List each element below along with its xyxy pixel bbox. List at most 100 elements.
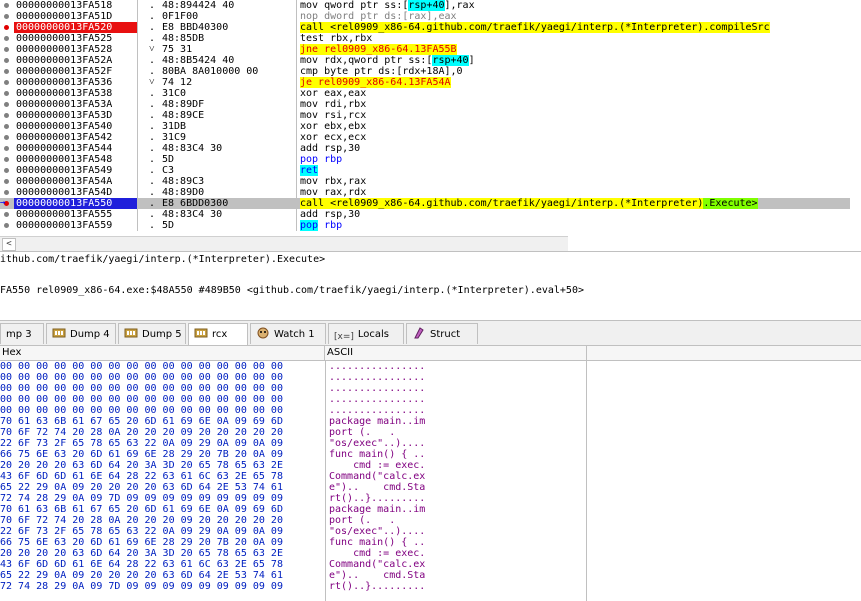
bytes-cell: 48:89DF (162, 99, 297, 110)
instruction-cell: pop rbp (300, 220, 343, 231)
bullet-icon (4, 179, 9, 184)
disasm-row[interactable]: 00000000013FA54D. 48:89D0 mov rax,rdx (0, 187, 850, 198)
bullet-icon (4, 113, 9, 118)
disasm-row[interactable]: 00000000013FA528 ˅ 75 31 jne rel0909_x86-64… (0, 44, 850, 55)
ascii-column-header[interactable]: ASCII (325, 346, 587, 360)
address-cell: 00000000013FA518 (14, 0, 138, 11)
bytes-cell: 48:89D0 (162, 187, 297, 198)
bullet-icon (4, 3, 9, 8)
disasm-row[interactable]: 00000000013FA54A. 48:89C3 mov rbx,rax (0, 176, 850, 187)
disasm-row[interactable]: 00000000013FA549. C3 ret (0, 165, 850, 176)
instruction-cell: add rsp,30 (300, 209, 361, 220)
watch-icon (256, 327, 270, 339)
hex-bytes: 72 74 28 29 0A 09 7D 09 09 09 09 09 09 0… (0, 581, 283, 592)
disasm-row[interactable]: 00000000013FA53D. 48:89CE mov rsi,rcx (0, 110, 850, 121)
dump-header: Hex ASCII (0, 346, 861, 361)
disasm-row[interactable]: 00000000013FA53A. 48:89DF mov rdi,rbx (0, 99, 850, 110)
disasm-row[interactable]: 00000000013FA555. 48:83C4 30 add rsp,30 (0, 209, 850, 220)
tab-label: Dump 4 (70, 329, 110, 340)
locals-icon: [x=] (334, 332, 354, 342)
flow-dot: . (149, 165, 156, 176)
breakpoint-gutter[interactable] (0, 110, 14, 121)
flow-dot: . (149, 33, 156, 44)
disasm-row[interactable]: 00000000013FA52F. 80BA 8A010000 00 cmp byt… (0, 66, 850, 77)
breakpoint-gutter[interactable] (0, 209, 14, 220)
bytes-cell: E8 6BDD0300 (162, 198, 297, 209)
breakpoint-gutter[interactable] (0, 220, 14, 231)
tab-label: Dump 5 (142, 329, 182, 340)
disasm-row[interactable]: 00000000013FA540. 31DB xor ebx,ebx (0, 121, 850, 132)
flow-dot: . (149, 198, 156, 209)
disasm-row[interactable]: 00000000013FA542. 31C9 xor ecx,ecx (0, 132, 850, 143)
flow-dot: . (149, 209, 156, 220)
disasm-row[interactable]: → 00000000013FA550. E8 6BDD0300 call <rel09… (0, 198, 850, 209)
disasm-row[interactable]: 00000000013FA518. 48:894424 40 mov qword p… (0, 0, 850, 11)
instruction-cell: je rel0909_x86-64.13FA54A (300, 77, 451, 88)
instruction-cell: add rsp,30 (300, 143, 361, 154)
breakpoint-gutter[interactable] (0, 121, 14, 132)
instruction-cell: mov rdi,rbx (300, 99, 367, 110)
address-cell: 00000000013FA550 (14, 198, 138, 209)
breakpoint-gutter[interactable]: → (0, 198, 14, 209)
jump-arrow-icon: ˅ (149, 44, 155, 55)
breakpoint-gutter[interactable] (0, 11, 14, 22)
instruction-cell: nop dword ptr ds:[rax],eax (300, 11, 457, 22)
instruction-cell: call <rel0909_x86-64.github.com/traefik/… (300, 22, 770, 33)
address-cell: 00000000013FA53A (14, 99, 138, 110)
flow-dot: . (149, 220, 156, 231)
instruction-cell: pop rbp (300, 154, 343, 165)
hex-column-header[interactable]: Hex (0, 346, 325, 360)
breakpoint-gutter[interactable] (0, 187, 14, 198)
breakpoint-gutter[interactable] (0, 154, 14, 165)
bullet-icon (4, 124, 9, 129)
breakpoint-gutter[interactable] (0, 33, 14, 44)
disasm-row[interactable]: 00000000013FA559. 5D pop rbp (0, 220, 850, 231)
bullet-icon (4, 212, 9, 217)
breakpoint-gutter[interactable] (0, 165, 14, 176)
breakpoint-gutter[interactable] (0, 88, 14, 99)
instruction-cell: mov rax,rdx (300, 187, 367, 198)
bullet-icon (4, 190, 9, 195)
tab-dump-5[interactable]: Dump 5 (118, 323, 186, 344)
tab-struct[interactable]: Struct (406, 323, 478, 344)
disasm-row[interactable]: 00000000013FA544. 48:83C4 30 add rsp,30 (0, 143, 850, 154)
breakpoint-gutter[interactable] (0, 0, 14, 11)
disasm-row[interactable]: 00000000013FA525. 48:85DB test rbx,rbx (0, 33, 850, 44)
breakpoint-gutter[interactable] (0, 99, 14, 110)
disasm-row[interactable]: 00000000013FA548. 5D pop rbp (0, 154, 850, 165)
address-cell: 00000000013FA542 (14, 132, 138, 143)
disasm-row[interactable]: 00000000013FA538. 31C0 xor eax,eax (0, 88, 850, 99)
breakpoint-gutter[interactable] (0, 143, 14, 154)
breakpoint-gutter[interactable] (0, 77, 14, 88)
instruction-pointer-icon: → (0, 198, 6, 208)
instruction-cell: ret (300, 165, 319, 176)
disasm-row[interactable]: 00000000013FA520. E8 BBD40300 call <rel090… (0, 22, 850, 33)
address-cell: 00000000013FA51D (14, 11, 138, 22)
disasm-row[interactable]: 00000000013FA51D. 0F1F00 nop dword ptr ds:… (0, 11, 850, 22)
bullet-icon (4, 58, 9, 63)
tab-dump-4[interactable]: Dump 4 (46, 323, 116, 344)
breakpoint-gutter[interactable] (0, 66, 14, 77)
tab-rcx[interactable]: rcx (188, 323, 248, 345)
disassembly-view[interactable]: 00000000013FA518. 48:894424 40 mov qword p… (0, 0, 861, 236)
bullet-icon (4, 135, 9, 140)
breakpoint-gutter[interactable] (0, 44, 14, 55)
scroll-left-arrow-icon[interactable]: < (2, 238, 16, 251)
breakpoint-gutter[interactable] (0, 22, 14, 33)
horizontal-scrollbar[interactable]: < (0, 236, 568, 251)
breakpoint-gutter[interactable] (0, 55, 14, 66)
disasm-row[interactable]: 00000000013FA52A. 48:8B5424 40 mov rdx,qwo… (0, 55, 850, 66)
bytes-cell: 5D (162, 220, 297, 231)
memory-dump-panel[interactable]: Hex ASCII 00 00 00 00 00 00 00 00 00 00 … (0, 346, 861, 601)
tab-locals[interactable]: [x=] Locals (328, 323, 404, 344)
tab-mp-3[interactable]: mp 3 (0, 323, 44, 344)
ascii-text: rt()..}......... (329, 581, 426, 592)
bullet-icon (4, 102, 9, 107)
breakpoint-gutter[interactable] (0, 176, 14, 187)
address-cell: 00000000013FA536 (14, 77, 138, 88)
instruction-cell: call <rel0909_x86-64.github.com/traefik/… (300, 198, 758, 209)
breakpoint-gutter[interactable] (0, 132, 14, 143)
tab-watch-1[interactable]: Watch 1 (250, 323, 326, 344)
memory-icon (124, 327, 138, 339)
disasm-row[interactable]: 00000000013FA536 ˅ 74 12 je rel0909_x86-64.… (0, 77, 850, 88)
